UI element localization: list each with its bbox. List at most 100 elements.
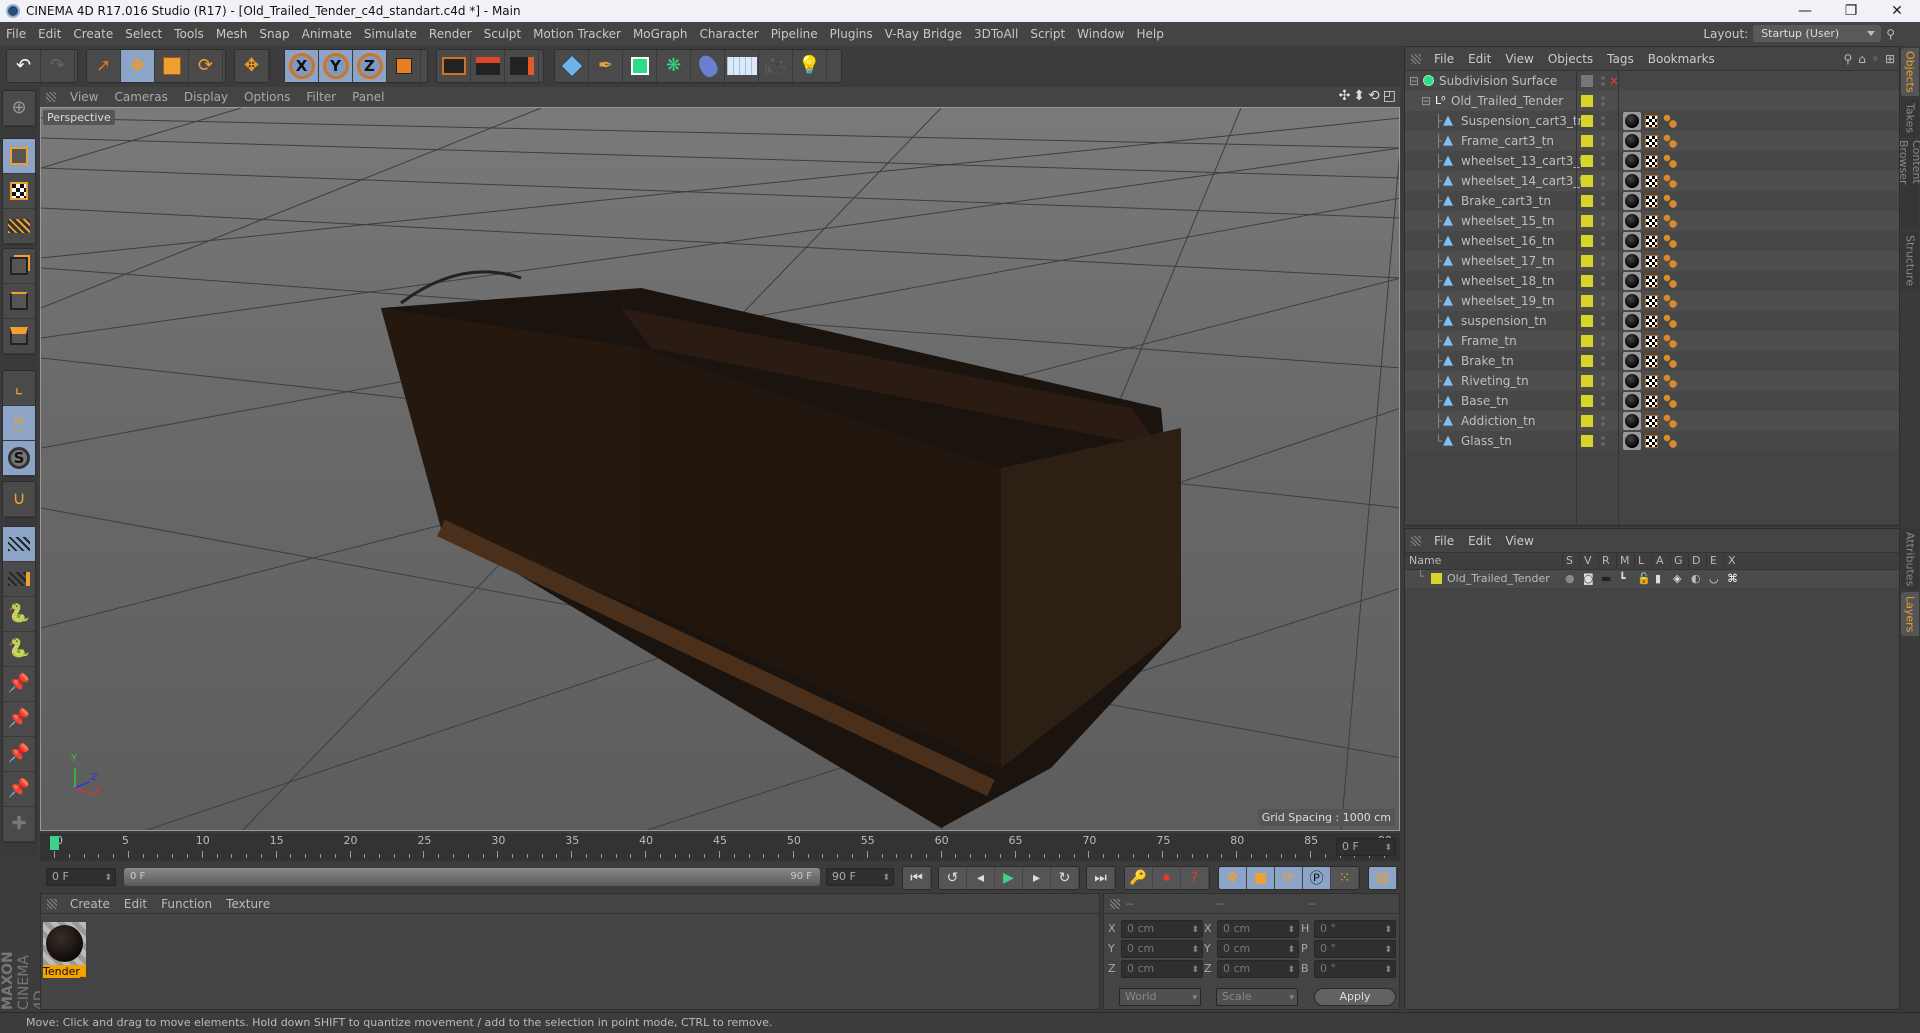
coordinate-system-button[interactable] bbox=[387, 50, 421, 82]
uvw-tag-icon[interactable] bbox=[1645, 135, 1658, 148]
layer-column-m[interactable]: M bbox=[1616, 554, 1630, 567]
material-tag-icon[interactable] bbox=[1623, 392, 1641, 410]
recent-tool-button[interactable]: ✥ bbox=[235, 50, 269, 82]
layer-column-r[interactable]: R bbox=[1598, 554, 1610, 567]
cube-object-button[interactable] bbox=[555, 50, 589, 82]
object-row[interactable]: ├ ▲ Addiction_tn bbox=[1405, 411, 1899, 431]
solo-icon[interactable]: ● bbox=[1565, 572, 1575, 585]
object-row[interactable]: ├ ▲ wheelset_14_cart3_tn bbox=[1405, 171, 1899, 191]
key-rotation-button[interactable]: ⟳ bbox=[1275, 867, 1303, 889]
menu-help[interactable]: Help bbox=[1130, 22, 1169, 46]
uvw-tag-icon[interactable] bbox=[1645, 275, 1658, 288]
material-tag-icon[interactable] bbox=[1623, 232, 1641, 250]
visibility-dots[interactable] bbox=[1601, 95, 1605, 107]
visibility-dots[interactable] bbox=[1601, 275, 1605, 287]
object-row[interactable]: ├ ▲ Brake_tn bbox=[1405, 351, 1899, 371]
deformer-button[interactable] bbox=[691, 50, 725, 82]
visibility-dots[interactable] bbox=[1601, 395, 1605, 407]
uvw-tag-icon[interactable] bbox=[1645, 375, 1658, 388]
uvw-tag-icon[interactable] bbox=[1645, 175, 1658, 188]
material-tag-icon[interactable] bbox=[1623, 412, 1641, 430]
scale-tool-button[interactable] bbox=[155, 50, 189, 82]
menu-mesh[interactable]: Mesh bbox=[210, 22, 254, 46]
material-tag-icon[interactable] bbox=[1623, 372, 1641, 390]
material-menu-function[interactable]: Function bbox=[154, 897, 219, 911]
uvw-tag-icon[interactable] bbox=[1645, 295, 1658, 308]
layer-color-icon[interactable] bbox=[1581, 135, 1593, 147]
visibility-dots[interactable] bbox=[1601, 355, 1605, 367]
visibility-dots[interactable] bbox=[1601, 435, 1605, 447]
object-name[interactable]: wheelset_14_cart3_tn bbox=[1461, 171, 1592, 191]
auto-key-button[interactable]: ⏺ bbox=[1153, 867, 1181, 889]
coord-value-field[interactable]: 0 cm ⬍ bbox=[1121, 940, 1203, 958]
material-tag-icon[interactable] bbox=[1623, 252, 1641, 270]
menu-plugins[interactable]: Plugins bbox=[824, 22, 879, 46]
layer-none-icon[interactable] bbox=[1581, 75, 1593, 87]
coord-transform-dropdown[interactable]: Scale ▾ bbox=[1216, 988, 1298, 1006]
tweak-mode-button[interactable]: 🖱 bbox=[3, 406, 35, 441]
object-name[interactable]: wheelset_13_cart3_tn bbox=[1461, 151, 1592, 171]
coord-value-field[interactable]: 0 cm ⬍ bbox=[1121, 960, 1203, 978]
menu-sculpt[interactable]: Sculpt bbox=[478, 22, 527, 46]
menu-edit[interactable]: Edit bbox=[32, 22, 67, 46]
current-frame-field[interactable]: 0 F ⬍ bbox=[1336, 838, 1396, 856]
object-name[interactable]: Riveting_tn bbox=[1461, 371, 1529, 391]
visibility-dots[interactable] bbox=[1601, 215, 1605, 227]
cloner-button[interactable]: ❋ bbox=[657, 50, 691, 82]
keyframe-selection-button[interactable]: ? bbox=[1181, 867, 1209, 889]
frame-range-slider[interactable]: 0 F 90 F bbox=[124, 868, 820, 886]
tab-content-browser[interactable]: Content Browser bbox=[1897, 140, 1920, 230]
uvw-tag-icon[interactable] bbox=[1645, 155, 1658, 168]
axis-mode-button[interactable]: ⌞ bbox=[3, 371, 35, 406]
uvw-tag-icon[interactable] bbox=[1645, 435, 1658, 448]
layer-menu-file[interactable]: File bbox=[1427, 534, 1461, 548]
object-row[interactable]: ├ ▲ wheelset_16_tn bbox=[1405, 231, 1899, 251]
texture-mode-button[interactable] bbox=[3, 174, 35, 209]
render-settings-button[interactable] bbox=[505, 50, 539, 82]
start-frame-field[interactable]: 0 F ⬍ bbox=[46, 868, 116, 886]
selection-tag-icon[interactable] bbox=[1663, 274, 1677, 288]
layer-color-icon[interactable] bbox=[1581, 175, 1593, 187]
dolly-view-icon[interactable]: ⬍ bbox=[1353, 88, 1365, 104]
object-name[interactable]: Suspension_cart3_tn bbox=[1461, 111, 1585, 131]
panel-grip-icon[interactable] bbox=[1110, 898, 1120, 909]
redo-button[interactable]: ↷ bbox=[41, 50, 75, 82]
material-tag-icon[interactable] bbox=[1623, 132, 1641, 150]
object-row[interactable]: ├ ▲ Brake_cart3_tn bbox=[1405, 191, 1899, 211]
object-name[interactable]: Brake_cart3_tn bbox=[1461, 191, 1551, 211]
camera-label[interactable]: Perspective bbox=[43, 110, 115, 125]
coord-value-field[interactable]: 0 cm ⬍ bbox=[1217, 960, 1299, 978]
visibility-dots[interactable] bbox=[1601, 115, 1605, 127]
planar-workplane-button[interactable] bbox=[3, 562, 35, 597]
layer-column-x[interactable]: X bbox=[1724, 554, 1736, 567]
layer-color-swatch[interactable] bbox=[1431, 573, 1442, 584]
layer-row[interactable]: └ Old_Trailed_Tender ● ◙ ▬ ┗ 🔓 ▮ ◈ ◐ ◡ ⌘ bbox=[1405, 570, 1899, 588]
visibility-dots[interactable] bbox=[1601, 295, 1605, 307]
material-tag-icon[interactable] bbox=[1623, 272, 1641, 290]
material-menu-edit[interactable]: Edit bbox=[117, 897, 154, 911]
object-name[interactable]: wheelset_15_tn bbox=[1461, 211, 1554, 231]
object-name[interactable]: wheelset_16_tn bbox=[1461, 231, 1554, 251]
object-row[interactable]: ├ ▲ Frame_tn bbox=[1405, 331, 1899, 351]
search-icon[interactable]: ⚲ bbox=[1843, 52, 1852, 66]
playhead[interactable] bbox=[50, 836, 59, 850]
selection-tag-icon[interactable] bbox=[1663, 194, 1677, 208]
coord-mode-dropdown[interactable]: World ▾ bbox=[1119, 988, 1201, 1006]
material-tag-icon[interactable] bbox=[1623, 432, 1641, 450]
layer-column-l[interactable]: L bbox=[1634, 554, 1644, 567]
undo-button[interactable]: ↶ bbox=[7, 50, 41, 82]
object-name[interactable]: Addiction_tn bbox=[1461, 411, 1535, 431]
viewport-menu-cameras[interactable]: Cameras bbox=[106, 90, 175, 104]
apply-button[interactable]: Apply bbox=[1314, 988, 1396, 1006]
uvw-tag-icon[interactable] bbox=[1645, 415, 1658, 428]
viewport-menu-display[interactable]: Display bbox=[176, 90, 236, 104]
menu-motion-tracker[interactable]: Motion Tracker bbox=[527, 22, 627, 46]
object-name[interactable]: Subdivision Surface bbox=[1439, 71, 1557, 91]
selection-tag-icon[interactable] bbox=[1663, 234, 1677, 248]
pin-p-button[interactable]: 📌 bbox=[3, 702, 35, 737]
menu-character[interactable]: Character bbox=[693, 22, 764, 46]
visibility-dots[interactable] bbox=[1601, 135, 1605, 147]
layer-color-icon[interactable] bbox=[1581, 295, 1593, 307]
minimize-button[interactable]: — bbox=[1782, 0, 1828, 22]
object-name[interactable]: wheelset_18_tn bbox=[1461, 271, 1554, 291]
